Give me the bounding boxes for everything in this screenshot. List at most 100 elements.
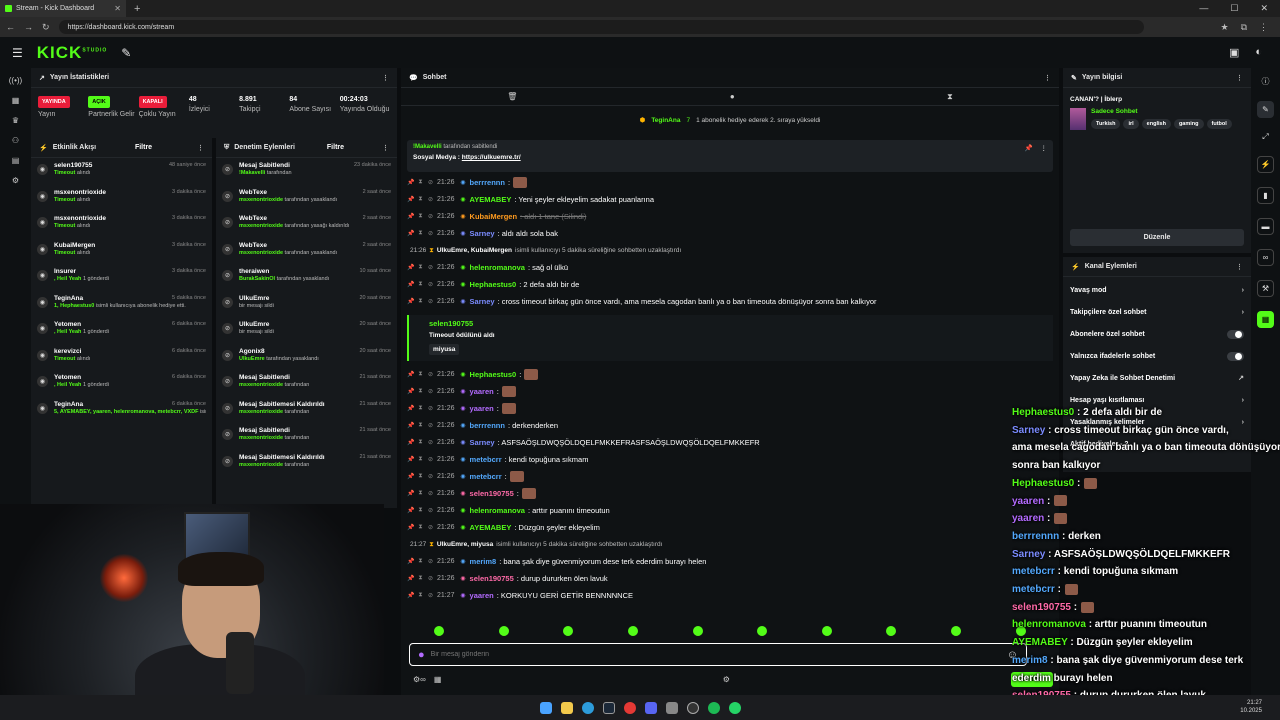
community-icon[interactable]: ⚇ [12,136,19,145]
new-tab-icon[interactable]: + [134,3,140,15]
pin-action-icon[interactable]: 📌 [407,371,414,378]
chat-message[interactable]: 📌 ⧗ ⊘ 21:27 ◉ yaaren: KORKUYU GERİ GETİR BENN… [407,587,1053,604]
message-username[interactable]: yaaren [470,591,494,600]
ban-action-icon[interactable]: ⊘ [427,558,434,565]
ban-action-icon[interactable]: ⊘ [427,473,434,480]
pin-action-icon[interactable]: 📌 [407,179,414,186]
ban-action-icon[interactable]: ⊘ [427,179,434,186]
emote-icon[interactable] [628,626,639,636]
ban-action-icon[interactable]: ⊘ [427,230,434,237]
discord-icon[interactable] [644,701,657,714]
timeout-action-icon[interactable]: ⧗ [417,490,424,497]
feed-name[interactable]: TeginAna [54,295,83,302]
bolt-icon[interactable]: ⚡ [1257,156,1274,173]
message-username[interactable]: KubaiMergen [470,212,518,221]
feed-item[interactable]: ⊘ UlkuEmre 20 saat önce bir mesajı sildi [216,291,397,318]
link-icon[interactable]: ∞ [1257,249,1274,266]
forward-icon[interactable]: → [24,22,33,32]
app-icon[interactable] [665,701,678,714]
pin-icon[interactable]: 📌 [1025,144,1033,152]
channel-action-row[interactable]: Takipçilere özel sohbet › [1063,301,1251,323]
feed-item[interactable]: ⊘ WebTexe 2 saat önce msxenontrioxide taraf… [216,238,397,265]
emote-icon[interactable] [821,626,832,636]
timeout-action-icon[interactable]: ⧗ [417,575,424,582]
edit-icon[interactable]: ✎ [1257,101,1274,118]
chat-bubble-icon[interactable]: ● [730,92,735,101]
feed-item[interactable]: ◉ Insurer 3 dakika önce , Heil Yeah 1 gönde… [31,264,212,291]
profile-icon[interactable]: ◐ [1255,46,1262,59]
creator-icon[interactable]: ▣ [1229,46,1239,59]
channel-action-row[interactable]: Yapay Zeka ile Sohbet Denetimi ↗ [1063,367,1251,389]
ban-action-icon[interactable]: ⊘ [427,592,434,599]
back-icon[interactable]: ← [6,22,15,32]
message-username[interactable]: helenromanova [470,506,525,515]
message-username[interactable]: Hephaestus0 [470,280,517,289]
pin-action-icon[interactable]: 📌 [407,592,414,599]
pin-action-icon[interactable]: 📌 [407,264,414,271]
emote-icon[interactable] [498,626,509,636]
chat-message[interactable]: 📌 ⧗ ⊘ 21:26 ◉ selen190755: durup dururken öle… [407,570,1053,587]
feed-item[interactable]: ◉ KubaiMergen 3 dakika önce Timeout alındı [31,238,212,265]
chat-message[interactable]: 📌 ⧗ ⊘ 21:26 ◉ KubaiMergen: aldı 1 tane (Silin… [407,208,1053,225]
channel-menu-icon[interactable]: ⋮ [1236,263,1243,271]
windows-start-icon[interactable] [539,701,552,714]
dashboard-icon[interactable]: ▦ [12,96,20,105]
browser-tab[interactable]: Stream - Kick Dashboard ✕ [0,0,126,17]
feed-name[interactable]: Yetomen [54,374,81,381]
pin-action-icon[interactable]: 📌 [407,575,414,582]
message-username[interactable]: Sarney [470,229,495,238]
timeout-action-icon[interactable]: ⧗ [417,179,424,186]
tag-chip[interactable]: english [1141,119,1171,129]
channel-action-row[interactable]: Abonelere özel sohbet [1063,323,1251,345]
ban-action-icon[interactable]: ⊘ [427,213,434,220]
chat-message[interactable]: 📌 ⧗ ⊘ 21:26 ◉ Sarney: ASFSAÖŞLDWQŞÖLDQELFMKKE… [407,434,1053,451]
message-username[interactable]: selen190755 [470,489,514,498]
timeout-action-icon[interactable]: ⧗ [417,524,424,531]
feed-item[interactable]: ◉ msxenontrioxide 3 dakika önce Timeout alı… [31,185,212,212]
pin-action-icon[interactable]: 📌 [407,230,414,237]
tools-icon[interactable]: ✎ [121,46,131,60]
feed-name[interactable]: UlkuEmre [239,321,269,328]
channel-action-row[interactable]: Yavaş mod › [1063,279,1251,301]
reward-user[interactable]: selen190755 [429,319,1045,328]
pin-action-icon[interactable]: 📌 [407,196,414,203]
message-username[interactable]: metebcrr [470,455,502,464]
pin-action-icon[interactable]: 📌 [407,558,414,565]
activity-filter-button[interactable]: Filtre [135,144,158,151]
ban-action-icon[interactable]: ⊘ [427,281,434,288]
mic-icon[interactable]: ● [418,649,425,661]
ban-action-icon[interactable]: ⊘ [427,422,434,429]
phone-icon[interactable]: ▮ [1257,187,1274,204]
message-username[interactable]: Hephaestus0 [470,370,517,379]
message-username[interactable]: yaaren [470,387,494,396]
expand-icon[interactable]: ⤢ [1262,132,1268,142]
timeout-action-icon[interactable]: ⧗ [417,230,424,237]
message-username[interactable]: AYEMABEY [470,523,512,532]
timeout-action-icon[interactable]: ⧗ [417,473,424,480]
pin-action-icon[interactable]: 📌 [407,388,414,395]
pinned-link[interactable]: https://ulkuemre.tr/ [462,154,521,161]
kick-logo[interactable]: KICKSTUDIO [37,43,107,63]
close-tab-icon[interactable]: ✕ [114,4,121,13]
feed-name[interactable]: Agonix8 [239,348,265,355]
message-username[interactable]: helenromanova [470,263,525,272]
message-username[interactable]: berrrennn [470,178,505,187]
feed-item[interactable]: ◉ msxenontrioxide 3 dakika önce Timeout alı… [31,211,212,238]
feed-item[interactable]: ⊘ Mesaj Sabitlendi 21 saat önce msxenontrio… [216,423,397,450]
emote-icon[interactable] [886,626,897,636]
message-username[interactable]: selen190755 [470,574,514,583]
chat-message[interactable]: 📌 ⧗ ⊘ 21:26 ◉ berrrennn: [407,174,1053,191]
feed-item[interactable]: ◉ Yetomen 6 dakika önce , Heil Yeah 1 gönde… [31,317,212,344]
pin-action-icon[interactable]: 📌 [407,490,414,497]
emote-icon[interactable] [563,626,574,636]
feed-item[interactable]: ◉ TeginAna 6 dakika önce 5, AYEMABEY, yaare… [31,397,212,424]
feed-name[interactable]: theraiwen [239,268,269,275]
feed-name[interactable]: WebTexe [239,242,267,249]
chat-message[interactable]: 📌 ⧗ ⊘ 21:26 ◉ berrrennn: derkenderken [407,417,1053,434]
tag-chip[interactable]: Turkish [1091,119,1121,129]
whatsapp-icon[interactable] [728,701,741,714]
chat-message[interactable]: 📌 ⧗ ⊘ 21:26 ◉ yaaren: [407,383,1053,400]
pin-action-icon[interactable]: 📌 [407,507,414,514]
ban-action-icon[interactable]: ⊘ [427,524,434,531]
emote-icon[interactable] [434,626,445,636]
